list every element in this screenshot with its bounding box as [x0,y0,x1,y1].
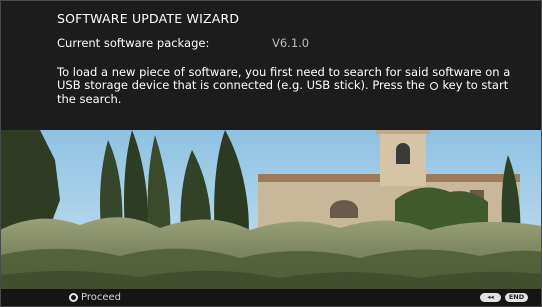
wizard-screen: SOFTWARE UPDATE WIZARD Current software … [0,0,542,307]
screen-border [0,0,542,307]
